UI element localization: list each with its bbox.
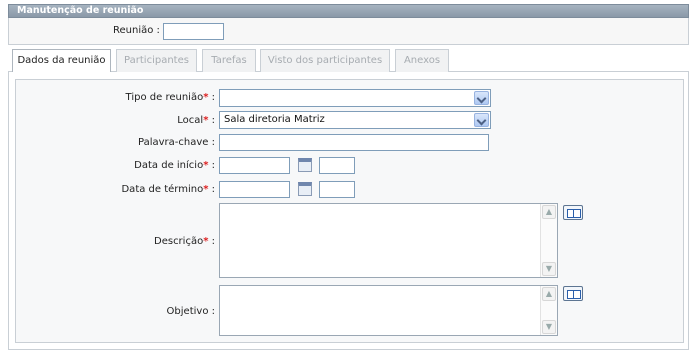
calendar-icon[interactable]: [298, 182, 312, 196]
chevron-down-icon[interactable]: [474, 91, 489, 105]
scroll-down-icon[interactable]: ▼: [542, 320, 556, 334]
book-icon[interactable]: [563, 286, 583, 301]
palavra-chave-input[interactable]: [219, 134, 489, 151]
tipo-label: Tipo de reunião* :: [125, 92, 215, 103]
calendar-icon[interactable]: [298, 158, 312, 172]
palavra-chave-label: Palavra-chave :: [138, 137, 215, 148]
book-icon[interactable]: [563, 205, 583, 220]
tab-visto-dos-participantes[interactable]: Visto dos participantes: [260, 49, 390, 72]
data-termino-date-input[interactable]: [219, 181, 290, 198]
reuniao-input[interactable]: [163, 23, 224, 40]
tab-participantes[interactable]: Participantes: [116, 49, 197, 72]
objetivo-label: Objetivo :: [166, 306, 215, 317]
objetivo-textarea[interactable]: ▲ ▼: [219, 285, 558, 336]
scroll-down-icon[interactable]: ▼: [542, 262, 556, 276]
data-inicio-time-input[interactable]: [319, 157, 355, 174]
descricao-textarea[interactable]: ▲ ▼: [219, 203, 558, 278]
data-termino-label: Data de término* :: [121, 184, 215, 195]
descricao-label: Descrição* :: [154, 236, 215, 247]
tab-anexos[interactable]: Anexos: [395, 49, 449, 72]
local-select[interactable]: Sala diretoria Matriz: [219, 111, 491, 129]
chevron-down-icon[interactable]: [474, 113, 489, 127]
data-termino-time-input[interactable]: [319, 181, 355, 198]
descricao-scrollbar[interactable]: ▲ ▼: [540, 204, 557, 277]
local-label: Local* :: [177, 115, 215, 126]
reuniao-label: Reunião :: [113, 25, 160, 36]
panel-title: Manutenção de reunião: [8, 4, 689, 18]
tipo-select[interactable]: [219, 89, 491, 107]
meeting-id-area: [8, 18, 689, 45]
tab-tarefas[interactable]: Tarefas: [202, 49, 256, 72]
tab-dados-da-reuniao[interactable]: Dados da reunião: [12, 49, 111, 73]
objetivo-scrollbar[interactable]: ▲ ▼: [540, 286, 557, 335]
scroll-up-icon[interactable]: ▲: [542, 205, 556, 219]
data-inicio-date-input[interactable]: [219, 157, 290, 174]
data-inicio-label: Data de início* :: [134, 160, 215, 171]
scroll-up-icon[interactable]: ▲: [542, 287, 556, 301]
